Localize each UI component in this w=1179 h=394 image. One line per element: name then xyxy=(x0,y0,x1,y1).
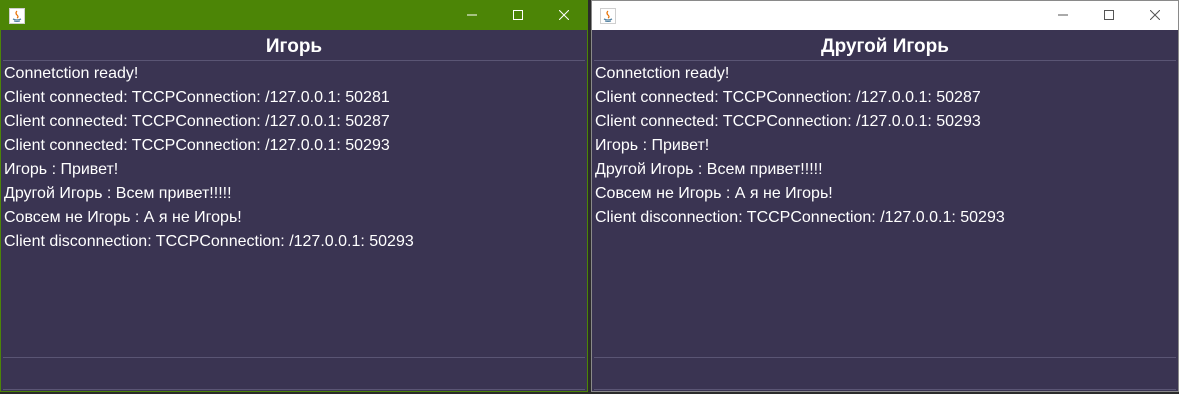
log-line: Client connected: TCCPConnection: /127.0… xyxy=(4,113,390,130)
chat-heading: Игорь xyxy=(3,31,585,61)
log-line: Client connected: TCCPConnection: /127.0… xyxy=(4,89,390,106)
chat-window-other-igor: Другой Игорь Connetction ready! Client c… xyxy=(591,0,1179,392)
minimize-icon xyxy=(467,7,477,25)
minimize-button[interactable] xyxy=(1040,1,1086,30)
log-line: Игорь : Привет! xyxy=(595,137,710,154)
chat-heading: Другой Игорь xyxy=(594,31,1176,61)
close-button[interactable] xyxy=(541,1,587,30)
java-icon[interactable] xyxy=(9,7,25,24)
maximize-button[interactable] xyxy=(1086,1,1132,30)
maximize-icon xyxy=(513,7,523,25)
minimize-button[interactable] xyxy=(449,1,495,30)
message-input[interactable] xyxy=(594,357,1176,390)
title-bar[interactable] xyxy=(1,1,587,30)
log-line: Игорь : Привет! xyxy=(4,161,119,178)
log-line: Совсем не Игорь : А я не Игорь! xyxy=(4,209,242,226)
log-line: Client disconnection: TCCPConnection: /1… xyxy=(4,233,414,250)
log-line: Client connected: TCCPConnection: /127.0… xyxy=(595,89,981,106)
java-icon[interactable] xyxy=(600,7,616,24)
message-input[interactable] xyxy=(3,357,585,390)
log-line: Другой Игорь : Всем привет!!!!! xyxy=(595,161,823,178)
chat-log[interactable]: Connetction ready! Client connected: TCC… xyxy=(595,62,1176,356)
close-icon xyxy=(1149,7,1161,25)
log-line: Совсем не Игорь : А я не Игорь! xyxy=(595,185,833,202)
log-line: Client disconnection: TCCPConnection: /1… xyxy=(595,209,1005,226)
chat-log[interactable]: Connetction ready! Client connected: TCC… xyxy=(4,62,585,356)
log-line: Client connected: TCCPConnection: /127.0… xyxy=(4,137,390,154)
close-icon xyxy=(558,7,570,25)
log-line: Client connected: TCCPConnection: /127.0… xyxy=(595,113,981,130)
minimize-icon xyxy=(1058,7,1068,25)
log-line: Connetction ready! xyxy=(595,65,730,82)
maximize-button[interactable] xyxy=(495,1,541,30)
maximize-icon xyxy=(1104,7,1114,25)
chat-window-igor: Игорь Connetction ready! Client connecte… xyxy=(0,0,588,392)
close-button[interactable] xyxy=(1132,1,1178,30)
log-line: Connetction ready! xyxy=(4,65,139,82)
title-bar[interactable] xyxy=(592,1,1178,30)
log-line: Другой Игорь : Всем привет!!!!! xyxy=(4,185,232,202)
